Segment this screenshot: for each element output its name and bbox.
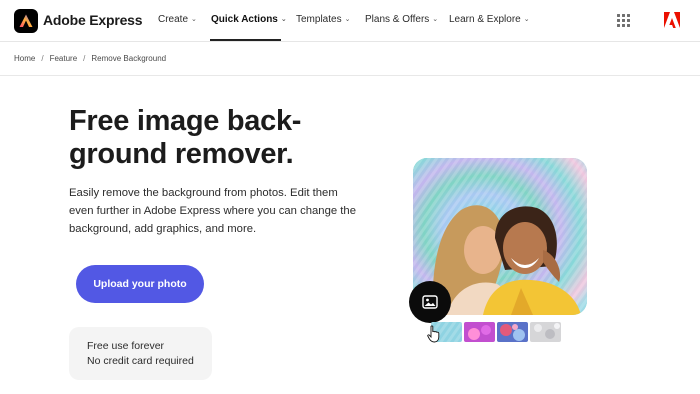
- background-thumbnail-3[interactable]: [497, 322, 528, 342]
- page-title-line-1: Free image back-: [69, 105, 302, 137]
- chevron-down-icon: ⌄: [432, 16, 439, 23]
- nav-plans-offers-label: Plans & Offers: [365, 14, 430, 25]
- info-no-credit-card: No credit card required: [87, 355, 194, 367]
- info-card: Free use forever No credit card required: [69, 327, 212, 380]
- breadcrumb-home[interactable]: Home: [14, 54, 35, 63]
- nav-learn-explore[interactable]: Learn & Explore ⌄: [449, 14, 530, 25]
- divider: [0, 75, 700, 76]
- upload-photo-button[interactable]: Upload your photo: [76, 265, 204, 303]
- page-title-line-2: ground remover.: [69, 138, 294, 170]
- chevron-down-icon: ⌄: [523, 16, 530, 23]
- nav-templates-label: Templates: [296, 14, 342, 25]
- background-thumbnail-2[interactable]: [464, 322, 495, 342]
- nav-quick-actions-label: Quick Actions: [211, 14, 278, 25]
- breadcrumb-current: Remove Background: [91, 54, 167, 63]
- background-thumbnail-4[interactable]: [530, 322, 561, 342]
- hero-description: Easily remove the background from photos…: [69, 187, 357, 235]
- nav-quick-actions[interactable]: Quick Actions ⌄: [211, 14, 287, 25]
- breadcrumb-separator: /: [83, 54, 86, 63]
- brand-name[interactable]: Adobe Express: [43, 12, 143, 28]
- active-nav-indicator: [210, 39, 281, 41]
- nav-create-label: Create: [158, 14, 189, 25]
- chevron-down-icon: ⌄: [344, 16, 351, 23]
- top-navigation: Adobe Express Create ⌄ Quick Actions ⌄ Tem…: [0, 0, 700, 42]
- nav-plans-offers[interactable]: Plans & Offers ⌄: [365, 14, 438, 25]
- breadcrumb-feature[interactable]: Feature: [50, 54, 78, 63]
- image-action-button[interactable]: [409, 281, 451, 323]
- adobe-logo-icon[interactable]: [663, 11, 681, 29]
- nav-learn-explore-label: Learn & Explore: [449, 14, 521, 25]
- info-free-use: Free use forever: [87, 340, 165, 352]
- chevron-down-icon: ⌄: [280, 16, 287, 23]
- breadcrumb: Home / Feature / Remove Background: [14, 54, 166, 63]
- image-icon: [422, 295, 438, 309]
- page-title: Free image back- ground remover.: [69, 105, 369, 171]
- breadcrumb-separator: /: [41, 54, 44, 63]
- chevron-down-icon: ⌄: [191, 16, 197, 23]
- nav-templates[interactable]: Templates ⌄: [296, 14, 350, 25]
- adobe-express-logo-icon[interactable]: [14, 9, 38, 33]
- nav-create[interactable]: Create ⌄: [158, 14, 197, 25]
- hand-pointer-icon: [427, 325, 440, 343]
- app-grid-icon[interactable]: [617, 14, 630, 27]
